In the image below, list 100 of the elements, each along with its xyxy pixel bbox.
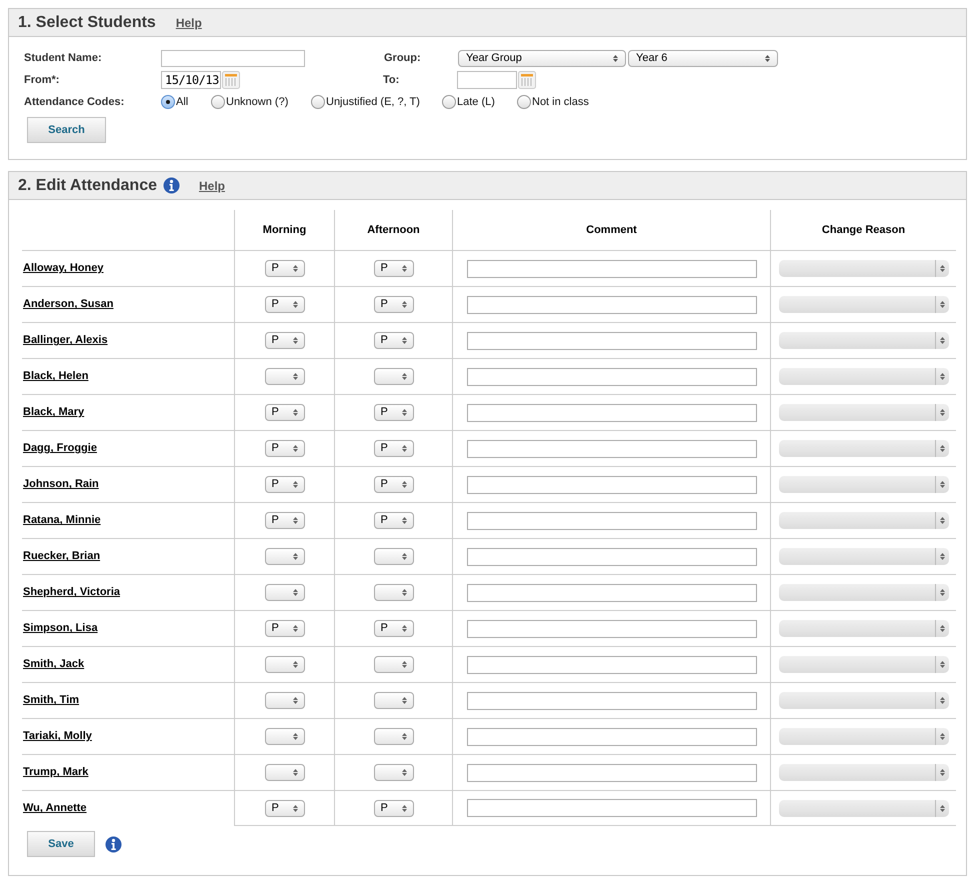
student-name-link[interactable]: Tariaki, Molly: [23, 728, 92, 745]
info-icon[interactable]: [162, 177, 180, 194]
field-label: Attendance Codes:: [24, 94, 126, 110]
morning-select[interactable]: [264, 368, 304, 385]
afternoon-select[interactable]: [374, 728, 414, 745]
comment-field[interactable]: [467, 512, 757, 530]
comment-field[interactable]: [467, 799, 757, 817]
morning-select[interactable]: [264, 584, 304, 601]
morning-select[interactable]: P: [264, 296, 304, 313]
afternoon-select[interactable]: [374, 548, 414, 565]
comment-field[interactable]: [467, 368, 757, 386]
help-link[interactable]: Help: [176, 14, 202, 32]
comment-field[interactable]: [467, 476, 757, 494]
afternoon-select[interactable]: P: [374, 440, 414, 457]
spinner-icon: [402, 768, 406, 777]
morning-select[interactable]: P: [264, 440, 304, 457]
morning-select[interactable]: P: [264, 332, 304, 349]
afternoon-select[interactable]: [374, 368, 414, 385]
morning-select[interactable]: [264, 548, 304, 565]
comment-field[interactable]: [467, 584, 757, 602]
spinner-icon: [292, 696, 298, 705]
student-name-link[interactable]: Simpson, Lisa: [23, 620, 98, 637]
student-name-link[interactable]: Black, Helen: [23, 368, 88, 385]
student-name-link[interactable]: Smith, Jack: [23, 656, 84, 673]
morning-select[interactable]: P: [264, 476, 304, 493]
attendance-code-radio[interactable]: Unknown (?): [211, 94, 311, 110]
spinner-icon: [292, 624, 298, 633]
afternoon-select[interactable]: P: [374, 332, 414, 349]
morning-select[interactable]: [264, 692, 304, 709]
search-button[interactable]: Search: [27, 117, 106, 143]
calendar-icon[interactable]: [222, 71, 240, 89]
student-name-link[interactable]: Ratana, Minnie: [23, 512, 101, 529]
comment-field[interactable]: [467, 656, 757, 674]
student-name-link[interactable]: Johnson, Rain: [23, 476, 99, 493]
calendar-icon[interactable]: [518, 71, 536, 89]
comment-field[interactable]: [467, 548, 757, 566]
section-title: 1. Select Students: [18, 12, 156, 32]
morning-select[interactable]: P: [264, 512, 304, 529]
student-name-field[interactable]: [161, 50, 305, 66]
spinner-icon: [292, 264, 298, 273]
attendance-code-radio[interactable]: Unjustified (E, ?, T): [311, 94, 442, 110]
student-name-link[interactable]: Ballinger, Alexis: [23, 332, 108, 349]
afternoon-select[interactable]: [374, 764, 414, 781]
student-name-link[interactable]: Ruecker, Brian: [23, 548, 100, 565]
spinner-icon: [292, 480, 298, 489]
morning-select[interactable]: P: [264, 404, 304, 421]
student-name-link[interactable]: Dagg, Froggie: [23, 440, 97, 457]
field-label: To:: [383, 72, 400, 88]
spinner-icon: [402, 264, 406, 273]
afternoon-select[interactable]: [374, 692, 414, 709]
morning-select[interactable]: P: [264, 800, 304, 816]
afternoon-select[interactable]: P: [374, 296, 414, 313]
afternoon-select[interactable]: P: [374, 476, 414, 493]
student-name-link[interactable]: Wu, Annette: [23, 800, 87, 817]
spinner-icon: [292, 804, 298, 812]
spinner-icon: [402, 624, 406, 633]
student-name-link[interactable]: Alloway, Honey: [23, 260, 104, 277]
from-date-field[interactable]: 15/10/13: [161, 71, 221, 89]
student-name-link[interactable]: Smith, Tim: [23, 692, 80, 709]
student-name-link[interactable]: Trump, Mark: [23, 764, 88, 781]
attendance-code-radio[interactable]: Late (L): [442, 94, 517, 110]
student-name-link[interactable]: Black, Mary: [23, 404, 84, 421]
attendance-code-radio[interactable]: All: [161, 94, 211, 110]
morning-select[interactable]: P: [264, 620, 304, 637]
info-icon[interactable]: [105, 836, 122, 852]
morning-select[interactable]: [264, 656, 304, 673]
group-type-select[interactable]: Year Group: [458, 50, 626, 66]
spinner-icon: [292, 516, 298, 525]
to-date-field[interactable]: [457, 71, 517, 89]
spinner-icon: [402, 444, 406, 453]
afternoon-select[interactable]: [374, 584, 414, 601]
group-select[interactable]: Year 6: [628, 50, 778, 66]
spinner-icon: [940, 408, 945, 417]
comment-field[interactable]: [467, 332, 757, 350]
comment-field[interactable]: [467, 620, 757, 638]
afternoon-select[interactable]: P: [374, 260, 414, 277]
comment-field[interactable]: [467, 440, 757, 458]
afternoon-select[interactable]: P: [374, 512, 414, 529]
morning-select[interactable]: P: [264, 260, 304, 277]
afternoon-select[interactable]: P: [374, 800, 414, 816]
comment-field[interactable]: [467, 260, 757, 278]
morning-select[interactable]: [264, 764, 304, 781]
help-link[interactable]: Help: [198, 176, 225, 194]
comment-field[interactable]: [467, 692, 757, 710]
afternoon-select[interactable]: P: [374, 404, 414, 421]
spinner-icon: [613, 54, 618, 62]
comment-field[interactable]: [467, 296, 757, 314]
student-name-link[interactable]: Shepherd, Victoria: [23, 584, 120, 601]
attendance-code-radio[interactable]: Not in class: [517, 94, 597, 110]
spinner-icon: [402, 336, 406, 345]
spinner-icon: [402, 732, 406, 741]
spinner-icon: [940, 552, 945, 561]
comment-field[interactable]: [467, 764, 757, 782]
afternoon-select[interactable]: [374, 656, 414, 673]
afternoon-select[interactable]: P: [374, 620, 414, 637]
comment-field[interactable]: [467, 728, 757, 746]
save-button[interactable]: Save: [27, 831, 95, 857]
morning-select[interactable]: [264, 728, 304, 745]
comment-field[interactable]: [467, 404, 757, 422]
student-name-link[interactable]: Anderson, Susan: [23, 296, 114, 313]
